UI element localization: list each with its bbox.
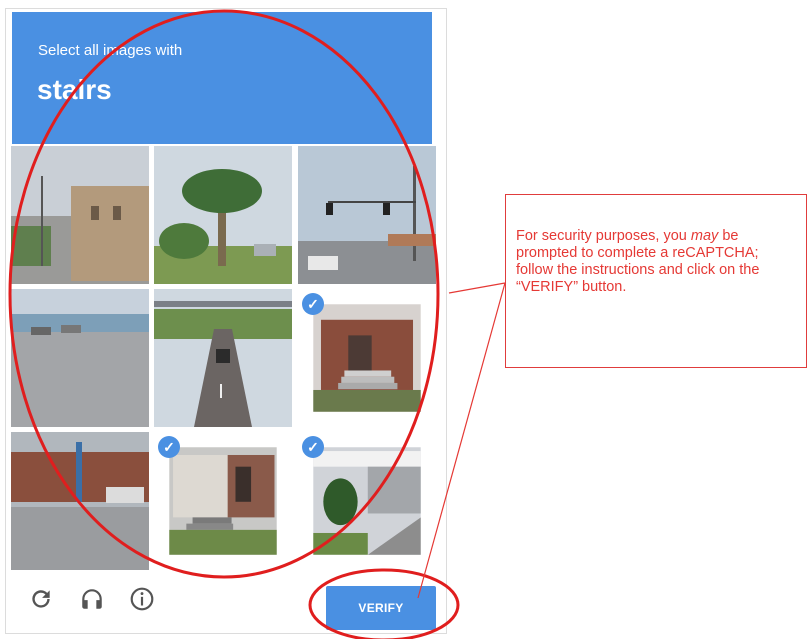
image-tile-5[interactable]: [154, 289, 292, 427]
image-tile-6[interactable]: ✓: [298, 289, 436, 427]
annotation-callout: For security purposes, you may be prompt…: [505, 194, 807, 368]
image-grid: ✓ ✓ ✓: [11, 146, 437, 570]
challenge-header: Select all images with stairs: [12, 12, 432, 144]
image-tile-1[interactable]: [11, 146, 149, 284]
annotation-text-start: For security purposes, you: [516, 228, 691, 244]
image-tile-3[interactable]: [298, 146, 436, 284]
verify-button[interactable]: VERIFY: [326, 586, 436, 630]
reload-icon[interactable]: [28, 586, 54, 612]
pointer-line-grid: [448, 282, 506, 294]
challenge-footer: VERIFY: [12, 572, 437, 630]
image-tile-9[interactable]: ✓: [298, 432, 436, 570]
selected-check-icon: ✓: [302, 293, 324, 315]
headphones-icon[interactable]: [79, 586, 105, 612]
selected-check-icon: ✓: [302, 436, 324, 458]
image-tile-8[interactable]: ✓: [154, 432, 292, 570]
annotation-emphasis: may: [690, 228, 719, 244]
challenge-prompt: Select all images with: [38, 42, 183, 59]
info-icon[interactable]: [129, 586, 155, 612]
challenge-keyword: stairs: [37, 74, 112, 105]
image-tile-4[interactable]: [11, 289, 149, 427]
image-tile-2[interactable]: [154, 146, 292, 284]
image-tile-7[interactable]: [11, 432, 149, 570]
selected-check-icon: ✓: [158, 436, 180, 458]
